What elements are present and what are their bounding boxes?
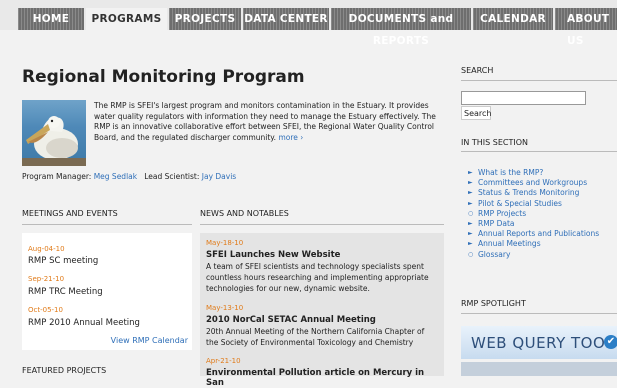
- circle-bullet-icon: ○: [468, 209, 474, 217]
- meetings-divider: [22, 224, 192, 225]
- arrow-bullet-icon: ►: [468, 189, 473, 197]
- nav-tab-projects[interactable]: PROJECTS: [169, 8, 241, 30]
- program-contacts: Program Manager: Meg Sedlak Lead Scienti…: [22, 172, 236, 181]
- event-title[interactable]: RMP 2010 Annual Meeting: [28, 318, 140, 328]
- program-intro: The RMP is SFEI's largest program and mo…: [94, 101, 444, 143]
- news-title[interactable]: 2010 NorCal SETAC Annual Meeting: [206, 315, 376, 325]
- section-heading: IN THIS SECTION: [461, 138, 529, 147]
- arrow-bullet-icon: ►: [468, 230, 473, 238]
- news-heading: NEWS AND NOTABLES: [200, 209, 289, 218]
- event-title[interactable]: RMP TRC Meeting: [28, 287, 103, 297]
- search-divider: [461, 80, 617, 81]
- section-nav-list: ► What is the RMP? ► Committees and Workgr…: [468, 168, 599, 260]
- top-navigation: HOME PROGRAMS PROJECTS DATA CENTER DOCUM…: [0, 0, 617, 47]
- event-date: Oct-05-10: [28, 306, 63, 314]
- news-date: Apr-21-10: [206, 357, 241, 365]
- arrow-bullet-icon: ►: [468, 240, 473, 248]
- meetings-heading: MEETINGS AND EVENTS: [22, 209, 118, 218]
- section-item-label: RMP Projects: [478, 208, 527, 218]
- nav-tab-calendar[interactable]: CALENDAR: [473, 8, 553, 30]
- event-date: Sep-21-10: [28, 275, 65, 283]
- arrow-bullet-icon: ►: [468, 169, 473, 176]
- search-input[interactable]: [461, 91, 586, 105]
- search-button[interactable]: Search: [461, 106, 491, 120]
- section-item-label: Glossary: [478, 249, 511, 259]
- page-title: Regional Monitoring Program: [22, 67, 305, 87]
- section-item-pilot-studies[interactable]: ► Pilot & Special Studies: [468, 199, 599, 209]
- section-item-label: What is the RMP?: [478, 168, 544, 177]
- search-heading: SEARCH: [461, 66, 494, 75]
- section-item-label: Committees and Workgroups: [478, 178, 588, 188]
- event-title[interactable]: RMP SC meeting: [28, 256, 98, 266]
- news-body: 20th Annual Meeting of the Northern Cali…: [206, 327, 425, 347]
- arrow-bullet-icon: ►: [468, 219, 473, 227]
- nav-tab-home[interactable]: HOME: [18, 8, 84, 30]
- section-item-annual-meetings[interactable]: ► Annual Meetings: [468, 239, 599, 249]
- nav-tab-documents-reports[interactable]: DOCUMENTS and REPORTS: [331, 8, 471, 47]
- news-date: May-18-10: [206, 239, 244, 247]
- view-calendar-link[interactable]: View RMP Calendar: [111, 336, 188, 345]
- news-panel: May-18-10 SFEI Launches New Website A te…: [200, 233, 444, 388]
- news-title[interactable]: SFEI Launches New Website: [206, 250, 340, 260]
- more-link[interactable]: more ›: [278, 133, 303, 142]
- pelican-image: [22, 100, 86, 166]
- intro-text: The RMP is SFEI's largest program and mo…: [94, 101, 436, 142]
- manager-link[interactable]: Meg Sedlak: [94, 172, 137, 181]
- section-item-label: Annual Reports and Publications: [478, 229, 600, 239]
- news-date: May-13-10: [206, 304, 244, 312]
- circle-bullet-icon: ○: [468, 250, 474, 258]
- section-item-committees[interactable]: ► Committees and Workgroups: [468, 178, 599, 188]
- news-title[interactable]: Environmental Pollution article on Mercu…: [206, 368, 444, 388]
- nav-tab-programs[interactable]: PROGRAMS: [86, 8, 167, 30]
- event-date: Aug-04-10: [28, 245, 65, 253]
- section-item-rmp-data[interactable]: ► RMP Data: [468, 219, 599, 229]
- section-item-rmp-projects[interactable]: ○ RMP Projects: [468, 209, 599, 219]
- news-body: A team of SFEI scientists and technology…: [206, 262, 429, 293]
- news-divider: [200, 224, 444, 225]
- section-item-status-trends[interactable]: ► Status & Trends Monitoring: [468, 188, 599, 198]
- manager-label: Program Manager:: [22, 172, 92, 181]
- section-item-glossary[interactable]: ○ Glossary: [468, 250, 599, 260]
- lead-label: Lead Scientist:: [144, 172, 200, 181]
- arrow-bullet-icon: ►: [468, 179, 473, 187]
- spotlight-image-strip: [461, 362, 617, 376]
- lead-scientist-link[interactable]: Jay Davis: [202, 172, 236, 181]
- web-query-tool-label: WEB QUERY TOOL: [471, 334, 615, 352]
- featured-projects-heading: FEATURED PROJECTS: [22, 366, 107, 375]
- section-item-annual-reports[interactable]: ► Annual Reports and Publications: [468, 229, 599, 239]
- nav-tab-data-center[interactable]: DATA CENTER: [243, 8, 329, 30]
- section-item-label: Pilot & Special Studies: [478, 198, 562, 208]
- section-divider: [461, 151, 617, 152]
- section-item-what-is-rmp[interactable]: ► What is the RMP?: [468, 168, 599, 178]
- web-query-tool-banner[interactable]: WEB QUERY TOOL ✔: [461, 326, 617, 359]
- section-item-label: Annual Meetings: [478, 239, 541, 249]
- section-item-label: RMP Data: [478, 218, 515, 228]
- nav-tab-about-us[interactable]: ABOUT US: [555, 8, 617, 47]
- spotlight-heading: RMP SPOTLIGHT: [461, 299, 526, 308]
- spotlight-divider: [461, 313, 617, 314]
- arrow-bullet-icon: ►: [468, 199, 473, 207]
- events-panel: Aug-04-10 RMP SC meeting Sep-21-10 RMP T…: [22, 233, 192, 350]
- checkmark-icon: ✔: [604, 335, 617, 349]
- section-item-label: Status & Trends Monitoring: [478, 188, 580, 198]
